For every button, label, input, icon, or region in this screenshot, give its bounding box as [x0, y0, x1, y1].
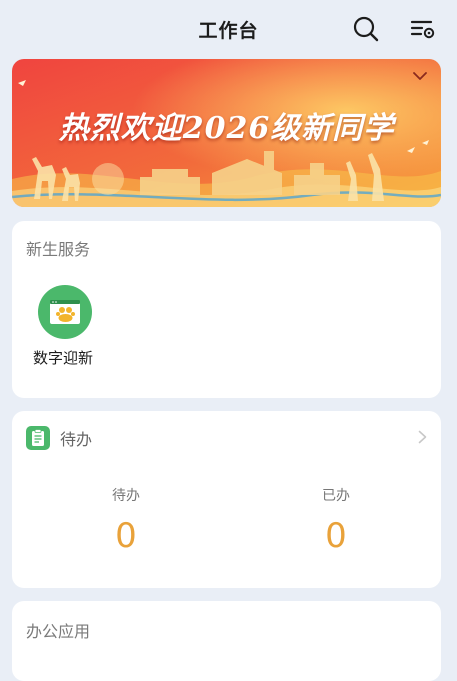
- todo-header[interactable]: 待办: [26, 425, 92, 451]
- chevron-right-icon[interactable]: [418, 429, 427, 448]
- page-title: 工作台: [198, 19, 259, 42]
- app-digital-welcome[interactable]: 数字迎新: [30, 285, 100, 368]
- banner-text: 热烈欢迎2026级新同学: [58, 111, 395, 146]
- office-apps-card: 办公应用: [12, 601, 441, 681]
- stat-label: 待办: [112, 488, 140, 504]
- top-header: 工作台: [0, 0, 457, 58]
- todo-pending-stat[interactable]: 待办 0: [66, 485, 186, 555]
- stat-value: 0: [115, 516, 137, 556]
- app-label: 数字迎新: [32, 349, 93, 367]
- chevron-down-icon[interactable]: [413, 71, 427, 81]
- todo-card: 待办 待办 0 已办 0: [12, 411, 441, 588]
- section-title-office-apps: 办公应用: [26, 622, 91, 641]
- welcome-banner[interactable]: 热烈欢迎2026级新同学: [12, 59, 441, 207]
- stat-value: 0: [325, 516, 347, 556]
- new-student-service-card: 新生服务 数字迎新: [12, 221, 441, 398]
- todo-done-stat[interactable]: 已办 0: [276, 485, 396, 555]
- search-icon[interactable]: [352, 15, 380, 43]
- digital-welcome-icon: [38, 285, 92, 339]
- stat-label: 已办: [322, 488, 350, 504]
- todo-title: 待办: [60, 430, 93, 449]
- settings-list-icon[interactable]: [409, 15, 437, 43]
- clipboard-icon: [26, 426, 50, 450]
- section-title-new-student-service: 新生服务: [26, 240, 91, 259]
